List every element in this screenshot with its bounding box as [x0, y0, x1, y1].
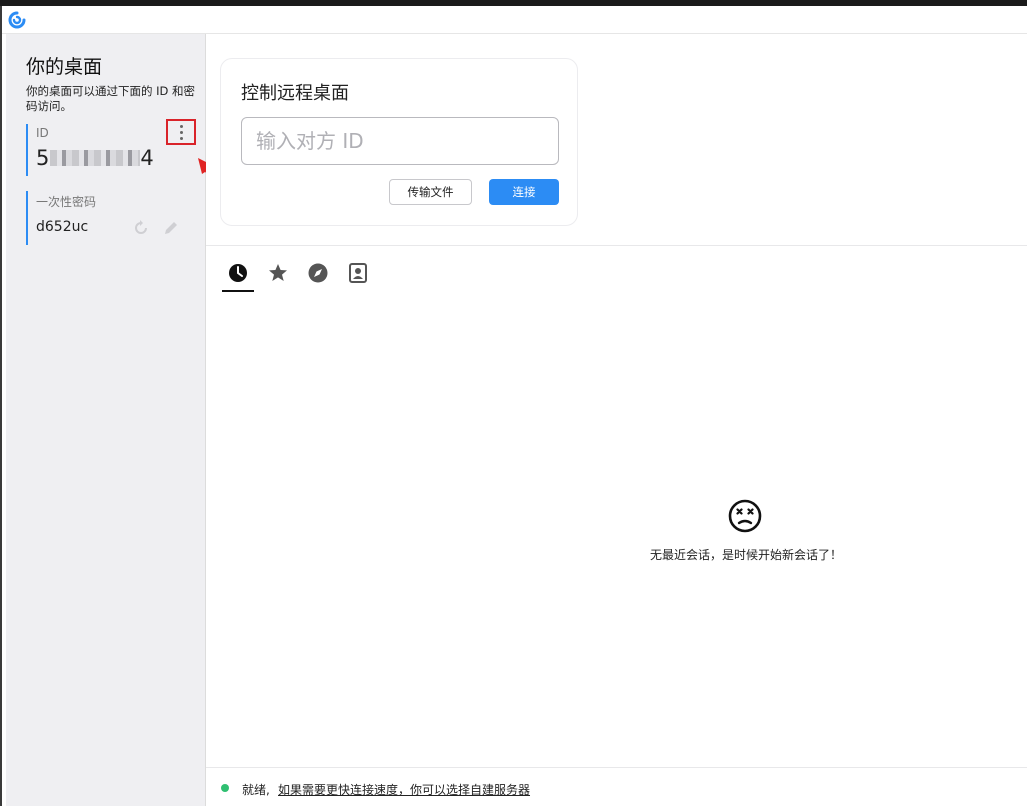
id-value[interactable]: 54 [36, 146, 155, 170]
transfer-file-button[interactable]: 传输文件 [389, 179, 472, 205]
refresh-icon[interactable] [132, 219, 150, 237]
remote-id-input[interactable] [241, 117, 559, 165]
password-value[interactable]: d652uc [36, 219, 88, 235]
id-prefix: 5 [36, 146, 51, 170]
id-suffix: 4 [140, 146, 155, 170]
more-vertical-icon [180, 125, 183, 128]
divider [206, 245, 1027, 246]
id-redacted [50, 150, 141, 166]
sidebar: 你的桌面 你的桌面可以通过下面的 ID 和密码访问。 ID 54 一次性密码 d… [6, 34, 206, 806]
more-vertical-icon-dot [180, 131, 183, 134]
tab-address-book[interactable] [342, 258, 374, 290]
remote-control-card: 控制远程桌面 传输文件 连接 [220, 58, 578, 226]
title-bar [2, 6, 1027, 34]
star-icon [269, 264, 287, 281]
password-section: 一次性密码 d652uc [26, 191, 198, 245]
connect-button[interactable]: 连接 [489, 179, 559, 205]
status-indicator [221, 784, 229, 792]
self-host-server-link[interactable]: 如果需要更快连接速度，你可以选择自建服务器 [278, 781, 530, 798]
app-logo-icon [8, 11, 26, 29]
clock-icon [229, 264, 247, 282]
id-label: ID [36, 126, 49, 140]
tab-favorites[interactable] [262, 258, 294, 290]
sidebar-title: 你的桌面 [26, 56, 103, 78]
more-vertical-icon-dot [180, 137, 183, 140]
address-book-icon [349, 263, 367, 283]
tab-recent[interactable] [222, 258, 254, 292]
compass-icon [308, 263, 328, 283]
edit-pencil-icon[interactable] [162, 219, 180, 237]
empty-state-message: 无最近会话，是时候开始新会话了！ [649, 548, 842, 562]
main-panel: 控制远程桌面 传输文件 连接 [206, 34, 1027, 806]
more-options-button[interactable] [166, 119, 196, 145]
id-section: ID 54 [26, 119, 198, 176]
app-window: 你的桌面 你的桌面可以通过下面的 ID 和密码访问。 ID 54 一次性密码 d… [0, 6, 1027, 806]
password-label: 一次性密码 [36, 195, 97, 209]
status-text: 就绪, [242, 783, 270, 797]
sad-face-icon [728, 499, 762, 533]
sidebar-description: 你的桌面可以通过下面的 ID 和密码访问。 [26, 84, 196, 113]
card-title: 控制远程桌面 [241, 83, 349, 104]
tab-discovered[interactable] [302, 258, 334, 290]
status-bar: 就绪, 如果需要更快连接速度，你可以选择自建服务器 [206, 767, 1027, 806]
